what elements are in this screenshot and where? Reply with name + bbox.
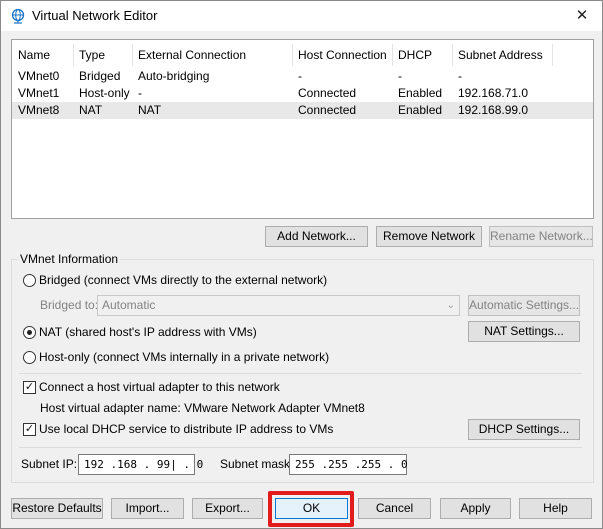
column-type[interactable]: Type xyxy=(73,40,105,70)
cell-type: Bridged xyxy=(79,69,121,83)
subnet-mask-label: Subnet mask: xyxy=(220,457,294,471)
bridged-to-value: Automatic xyxy=(102,298,156,312)
cell-dhcp: Enabled xyxy=(398,86,443,100)
network-list[interactable]: Name Type External Connection Host Conne… xyxy=(11,39,594,219)
subnet-ip-label: Subnet IP: xyxy=(21,457,78,471)
cell-external: Auto-bridging xyxy=(138,69,210,83)
table-row[interactable]: VMnet1 Host-only - Connected Enabled 192… xyxy=(12,85,593,102)
table-row-selected[interactable]: VMnet8 NAT NAT Connected Enabled 192.168… xyxy=(12,102,593,119)
restore-defaults-button[interactable]: Restore Defaults xyxy=(11,498,103,519)
list-header: Name Type External Connection Host Conne… xyxy=(12,40,593,70)
cell-type: Host-only xyxy=(79,86,130,100)
export-button[interactable]: Export... xyxy=(192,498,263,519)
nat-radio[interactable] xyxy=(23,326,36,339)
dhcp-label[interactable]: Use local DHCP service to distribute IP … xyxy=(39,422,333,437)
nat-settings-button[interactable]: NAT Settings... xyxy=(468,321,580,342)
cell-subnet: 192.168.71.0 xyxy=(458,86,529,100)
subnet-ip-field[interactable]: 192 .168 . 99| . 0 xyxy=(78,454,203,475)
import-button[interactable]: Import... xyxy=(111,498,184,519)
host-only-radio[interactable] xyxy=(23,351,36,364)
close-button[interactable]: ✕ xyxy=(562,1,602,31)
subnet-mask-field[interactable]: 255 .255 .255 . 0 xyxy=(289,454,408,475)
cell-name: VMnet0 xyxy=(18,69,60,83)
cell-external: NAT xyxy=(138,103,162,117)
vmnet-information-title: VMnet Information xyxy=(18,252,121,266)
ok-button[interactable]: OK xyxy=(275,498,348,519)
column-name[interactable]: Name xyxy=(12,40,50,70)
rename-network-button[interactable]: Rename Network... xyxy=(489,226,593,247)
connect-adapter-checkbox[interactable]: ✓ xyxy=(23,381,36,394)
bridged-to-label: Bridged to: xyxy=(40,298,99,312)
window-title: Virtual Network Editor xyxy=(32,8,158,23)
column-host-connection[interactable]: Host Connection xyxy=(292,40,387,70)
dhcp-checkbox[interactable]: ✓ xyxy=(23,423,36,436)
cell-name: VMnet1 xyxy=(18,86,60,100)
virtual-network-editor-window: Virtual Network Editor ✕ Name Type Exter… xyxy=(0,0,603,529)
title-bar: Virtual Network Editor ✕ xyxy=(1,1,602,31)
cell-subnet: - xyxy=(458,69,462,83)
cell-dhcp: Enabled xyxy=(398,103,443,117)
automatic-settings-button[interactable]: Automatic Settings... xyxy=(468,295,580,316)
apply-button[interactable]: Apply xyxy=(440,498,511,519)
table-row[interactable]: VMnet0 Bridged Auto-bridging - - - xyxy=(12,68,593,85)
column-external-connection[interactable]: External Connection xyxy=(132,40,246,70)
connect-adapter-label[interactable]: Connect a host virtual adapter to this n… xyxy=(39,380,280,395)
column-subnet-address[interactable]: Subnet Address xyxy=(452,40,543,70)
bridged-label[interactable]: Bridged (connect VMs directly to the ext… xyxy=(39,273,327,288)
cancel-button[interactable]: Cancel xyxy=(358,498,431,519)
cell-host: Connected xyxy=(298,86,357,100)
cell-host: - xyxy=(298,69,302,83)
divider xyxy=(19,373,582,374)
vmnet-information-group xyxy=(11,259,594,483)
add-network-button[interactable]: Add Network... xyxy=(265,226,368,247)
cell-name: VMnet8 xyxy=(18,103,60,117)
column-dhcp[interactable]: DHCP xyxy=(392,40,432,70)
chevron-down-icon: ⌄ xyxy=(446,300,455,311)
bridged-to-select[interactable]: Automatic ⌄ xyxy=(97,295,460,316)
cell-host: Connected xyxy=(298,103,357,117)
dhcp-settings-button[interactable]: DHCP Settings... xyxy=(468,419,580,440)
cell-dhcp: - xyxy=(398,69,402,83)
network-globe-icon xyxy=(11,8,25,24)
remove-network-button[interactable]: Remove Network xyxy=(376,226,482,247)
cell-external: - xyxy=(138,86,142,100)
cell-subnet: 192.168.99.0 xyxy=(458,103,529,117)
cell-type: NAT xyxy=(79,103,103,117)
bridged-radio[interactable] xyxy=(23,274,36,287)
host-only-label[interactable]: Host-only (connect VMs internally in a p… xyxy=(39,350,329,365)
help-button[interactable]: Help xyxy=(519,498,592,519)
adapter-name-text: Host virtual adapter name: VMware Networ… xyxy=(40,401,365,415)
divider xyxy=(19,447,582,448)
nat-label[interactable]: NAT (shared host's IP address with VMs) xyxy=(39,325,257,340)
